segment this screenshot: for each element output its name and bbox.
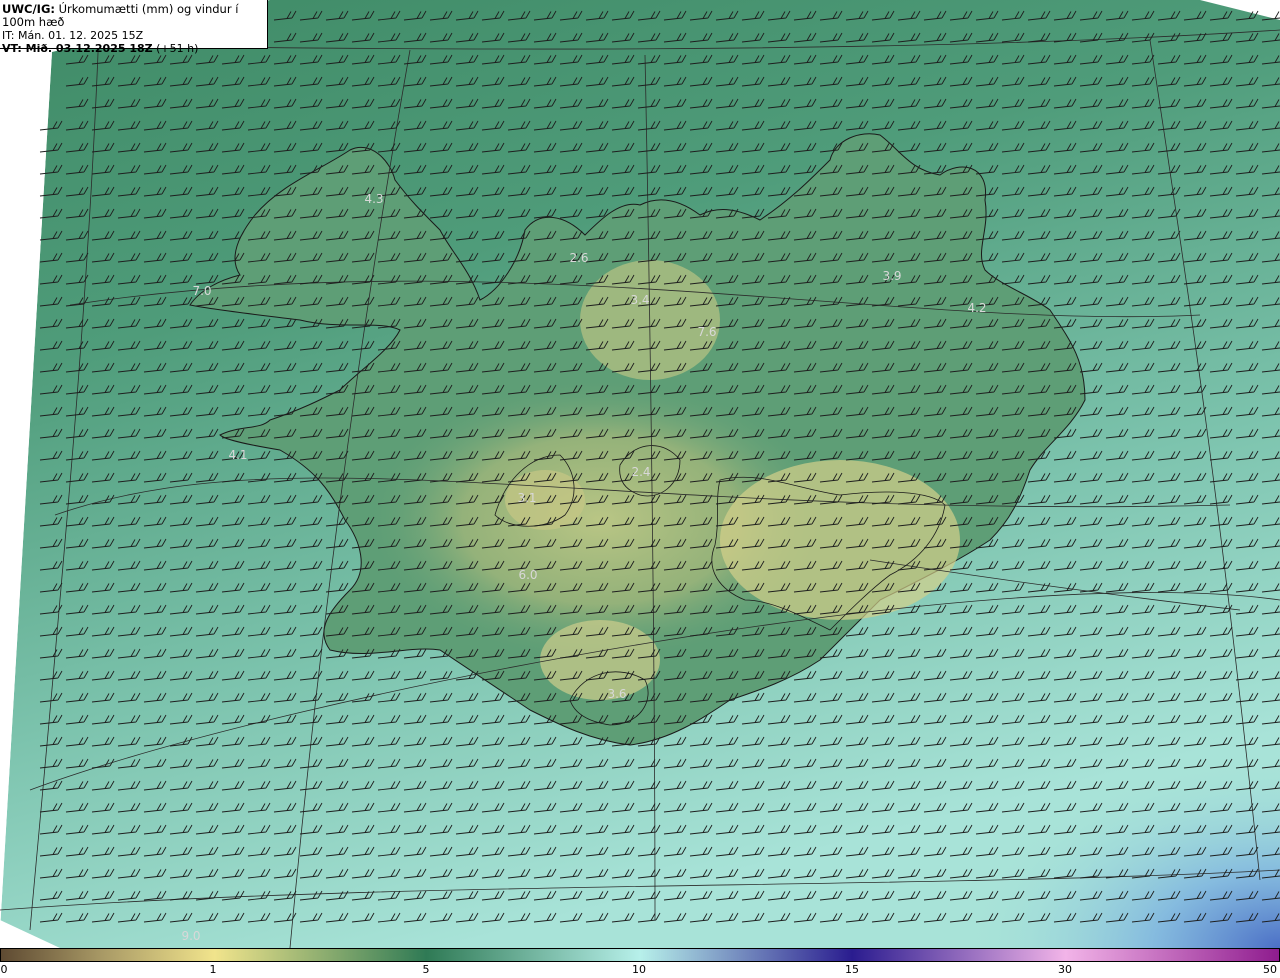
precip-value: 3.9 [882,269,901,283]
colorbar [0,948,1280,962]
colorbar-tick-label: 10 [632,963,646,976]
map-header: UWC/IG: Úrkomumætti (mm) og vindur í 100… [0,0,268,55]
header-init-time: IT: Mán. 01. 12. 2025 15Z [2,29,144,42]
precip-value: 3.6 [607,687,626,701]
colorbar-tick-label: 50 [1263,963,1277,976]
precip-value: 3.1 [517,491,536,505]
precip-value: 6.0 [518,568,537,582]
colorbar-tick-label: 1 [209,963,217,976]
precip-value: 2.4 [631,465,650,479]
colorbar-tick-label: 15 [845,963,859,976]
weather-map: 4.3 7.0 2.6 3.4 7.6 3.9 4.2 4.1 3.1 2.4 … [0,0,1280,948]
header-valid-time: VT: Mið. 03.12.2025 18Z (+51 h) [2,42,199,55]
precip-value: 4.3 [364,192,383,206]
header-title: UWC/IG: Úrkomumætti (mm) og vindur í 100… [2,2,239,29]
colorbar-ticks: 0 1 5 10 15 30 50 [0,962,1280,978]
colorbar-tick-label: 30 [1058,963,1072,976]
precip-value: 9.0 [181,929,200,943]
precip-value: 4.2 [967,301,986,315]
colorbar-tick-label: 5 [422,963,430,976]
precip-value: 7.6 [697,325,716,339]
precip-value: 7.0 [192,284,211,298]
colorbar-tick-label: 0 [0,963,8,976]
precip-value: 2.6 [569,251,588,265]
precip-value: 3.4 [630,293,649,307]
precip-value: 4.1 [228,448,247,462]
